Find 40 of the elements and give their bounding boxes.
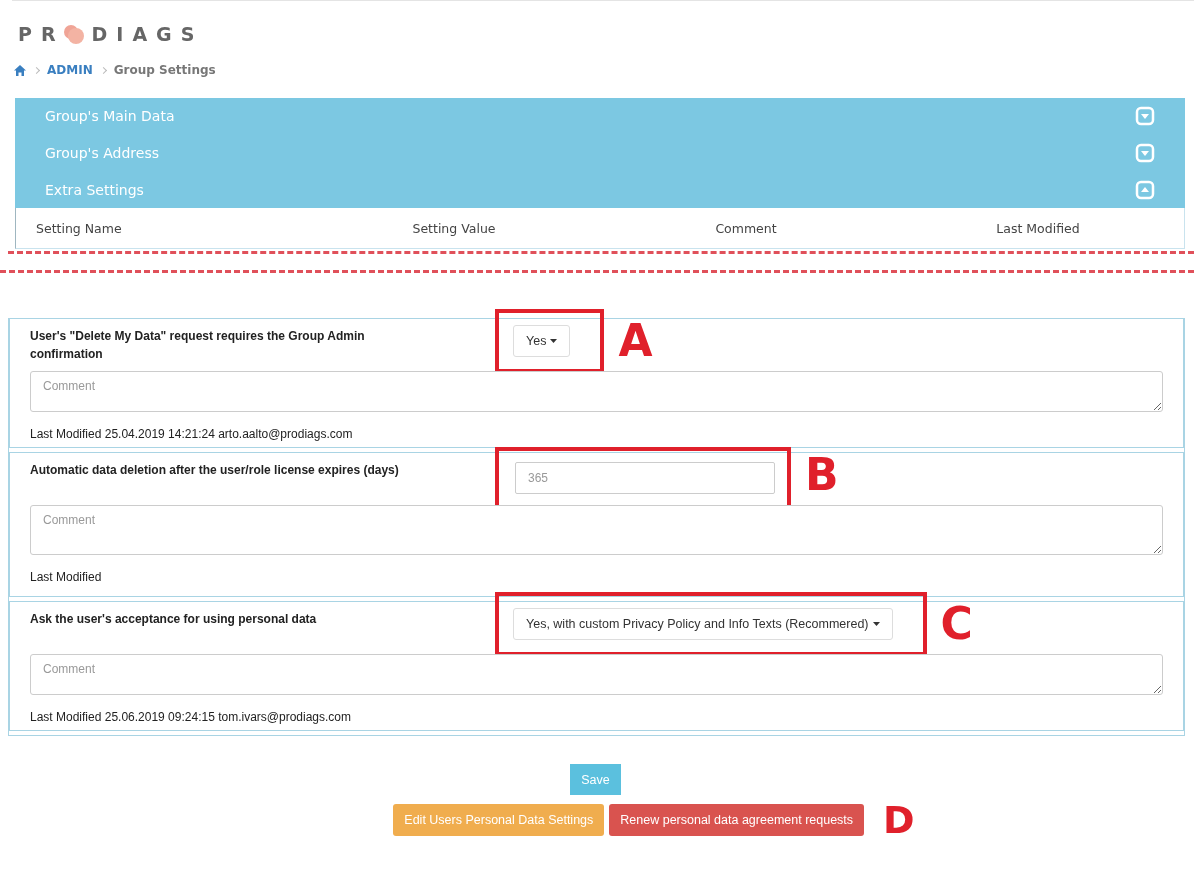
logo-text: DIAGS bbox=[91, 23, 204, 45]
accordion-header[interactable]: Group's Address bbox=[15, 134, 1185, 171]
value-dropdown[interactable]: Yes, with custom Privacy Policy and Info Texts (Recommered) bbox=[513, 608, 893, 640]
accordion-header[interactable]: Group's Main Data bbox=[15, 98, 1185, 134]
caret-icon bbox=[872, 622, 880, 626]
edit-settings-button[interactable]: Edit Users Personal Data Settings bbox=[393, 804, 605, 836]
number-field[interactable]: 365 bbox=[515, 462, 775, 494]
column-header: Comment bbox=[715, 220, 777, 236]
column-header: Setting Value bbox=[412, 220, 496, 236]
caret-icon bbox=[550, 339, 558, 343]
section-title: Extra Settings bbox=[45, 181, 144, 198]
setting-label: User's "Delete My Data" request requires the Group Admin confirmation bbox=[30, 328, 366, 363]
comment-field[interactable]: Comment bbox=[30, 371, 1163, 412]
logo-blob-icon bbox=[61, 23, 86, 45]
callout-letter: A bbox=[618, 314, 653, 368]
expand-icon[interactable] bbox=[1135, 142, 1155, 163]
collapse-icon[interactable] bbox=[1135, 179, 1155, 200]
callout-letter: B bbox=[805, 448, 839, 502]
expand-icon[interactable] bbox=[1135, 106, 1155, 126]
accordion-header[interactable]: Extra Settings bbox=[15, 171, 1185, 208]
save-button[interactable]: Save bbox=[570, 764, 621, 795]
last-modified-text: Last Modified 25.04.2019 14:21:24 arto.aalto@prodiags.com bbox=[30, 427, 354, 441]
setting-label: Ask the user's acceptance for using personal data bbox=[30, 611, 318, 628]
last-modified-text: Last Modified 25.06.2019 09:24:15 tom.ivars@prodiags.com bbox=[30, 710, 353, 724]
value-dropdown[interactable]: Yes bbox=[513, 325, 571, 357]
last-modified-text: Last Modified bbox=[30, 570, 103, 584]
comment-field[interactable]: Comment bbox=[30, 654, 1163, 695]
renew-requests-button[interactable]: Renew personal data agreement requests bbox=[609, 804, 865, 836]
setting-label: Automatic data deletion after the user/role license expires (days) bbox=[30, 462, 400, 479]
breadcrumb-current: Group Settings bbox=[113, 63, 216, 77]
callout-letter: D bbox=[883, 804, 915, 836]
breadcrumb-link[interactable]: ADMIN bbox=[47, 63, 93, 77]
section-title: Group's Address bbox=[45, 144, 159, 161]
comment-field[interactable]: Comment bbox=[30, 505, 1163, 555]
column-header: Last Modified bbox=[996, 220, 1080, 236]
callout-letter: C bbox=[940, 597, 973, 651]
column-header: Setting Name bbox=[35, 220, 122, 236]
section-title: Group's Main Data bbox=[45, 108, 175, 124]
logo-text: PR bbox=[18, 23, 65, 45]
home-icon[interactable] bbox=[14, 64, 26, 76]
